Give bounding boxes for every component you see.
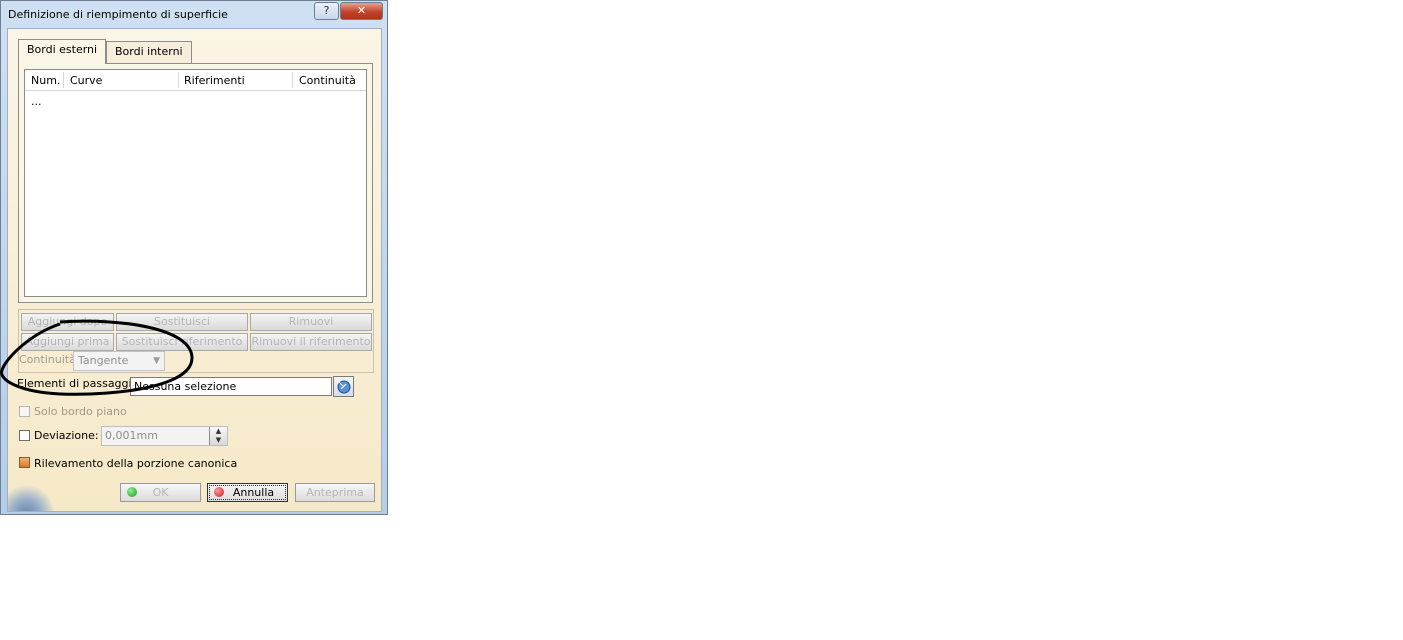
column-header-riferimenti[interactable]: Riferimenti [184, 74, 245, 87]
help-button[interactable]: ? [314, 2, 339, 20]
spinner-buttons[interactable]: ▲ ▼ [209, 427, 227, 445]
ok-button[interactable]: OK [120, 483, 201, 502]
fill-surface-dialog: Definizione di riempimento di superficie… [0, 0, 388, 515]
selector-icon [337, 380, 351, 394]
deviazione-checkbox[interactable] [19, 430, 30, 441]
close-button[interactable]: ✕ [340, 2, 383, 20]
spin-up-icon[interactable]: ▲ [210, 427, 227, 436]
elementi-passaggio-label: Elementi di passaggio: [17, 377, 143, 390]
elementi-passaggio-field[interactable]: Nessuna selezione [130, 377, 332, 396]
edges-list[interactable]: Num. Curve Riferimenti Continuità ... [24, 69, 367, 297]
column-header-curve[interactable]: Curve [70, 74, 102, 87]
rimuovi-riferimento-button[interactable]: Rimuovi il riferimento [250, 333, 372, 351]
rilevamento-label: Rilevamento della porzione canonica [34, 457, 238, 470]
sostituisci-button[interactable]: Sostituisci [116, 313, 248, 331]
tab-panel-bordi-esterni: Num. Curve Riferimenti Continuità ... [18, 63, 373, 303]
rimuovi-button[interactable]: Rimuovi [250, 313, 372, 331]
chevron-down-icon: ▼ [153, 356, 160, 366]
catia-logo-icon [8, 483, 54, 511]
dialog-client-area: Bordi esterni Bordi interni Num. Curve R… [7, 28, 382, 512]
continuita-label: Continuità: [19, 353, 80, 366]
rilevamento-checkbox[interactable] [19, 457, 30, 468]
cancel-icon [214, 487, 224, 497]
annulla-button[interactable]: Annulla [207, 483, 288, 502]
annulla-label: Annulla [232, 486, 275, 499]
list-item[interactable]: ... [31, 95, 42, 108]
title-bar[interactable]: Definizione di riempimento di superficie… [1, 1, 387, 28]
list-header: Num. Curve Riferimenti Continuità [25, 70, 366, 91]
solo-bordo-piano-checkbox[interactable] [19, 406, 30, 417]
window-title: Definizione di riempimento di superficie [8, 8, 228, 21]
deviazione-label: Deviazione: [34, 429, 99, 442]
tab-bordi-interni[interactable]: Bordi interni [106, 41, 192, 63]
tab-bordi-esterni[interactable]: Bordi esterni [18, 39, 107, 64]
continuita-combo[interactable]: Tangente ▼ [73, 351, 165, 371]
solo-bordo-piano-label: Solo bordo piano [34, 405, 127, 418]
aggiungi-dopo-button[interactable]: Aggiungi dopo [21, 313, 114, 331]
aggiungi-prima-button[interactable]: Aggiungi prima [21, 333, 114, 351]
deviazione-value: 0,001mm [105, 429, 158, 442]
deviazione-spinner[interactable]: 0,001mm ▲ ▼ [101, 426, 228, 446]
continuita-value: Tangente [78, 354, 129, 367]
spin-down-icon[interactable]: ▼ [210, 436, 227, 445]
ok-icon [127, 487, 137, 497]
selection-list-button[interactable] [333, 376, 354, 397]
column-header-continuita[interactable]: Continuità [299, 74, 356, 87]
anteprima-button[interactable]: Anteprima [295, 483, 375, 502]
column-header-num[interactable]: Num. [31, 74, 60, 87]
ok-label: OK [152, 486, 169, 499]
sostituisci-riferimento-button[interactable]: Sostituisci riferimento [116, 333, 248, 351]
